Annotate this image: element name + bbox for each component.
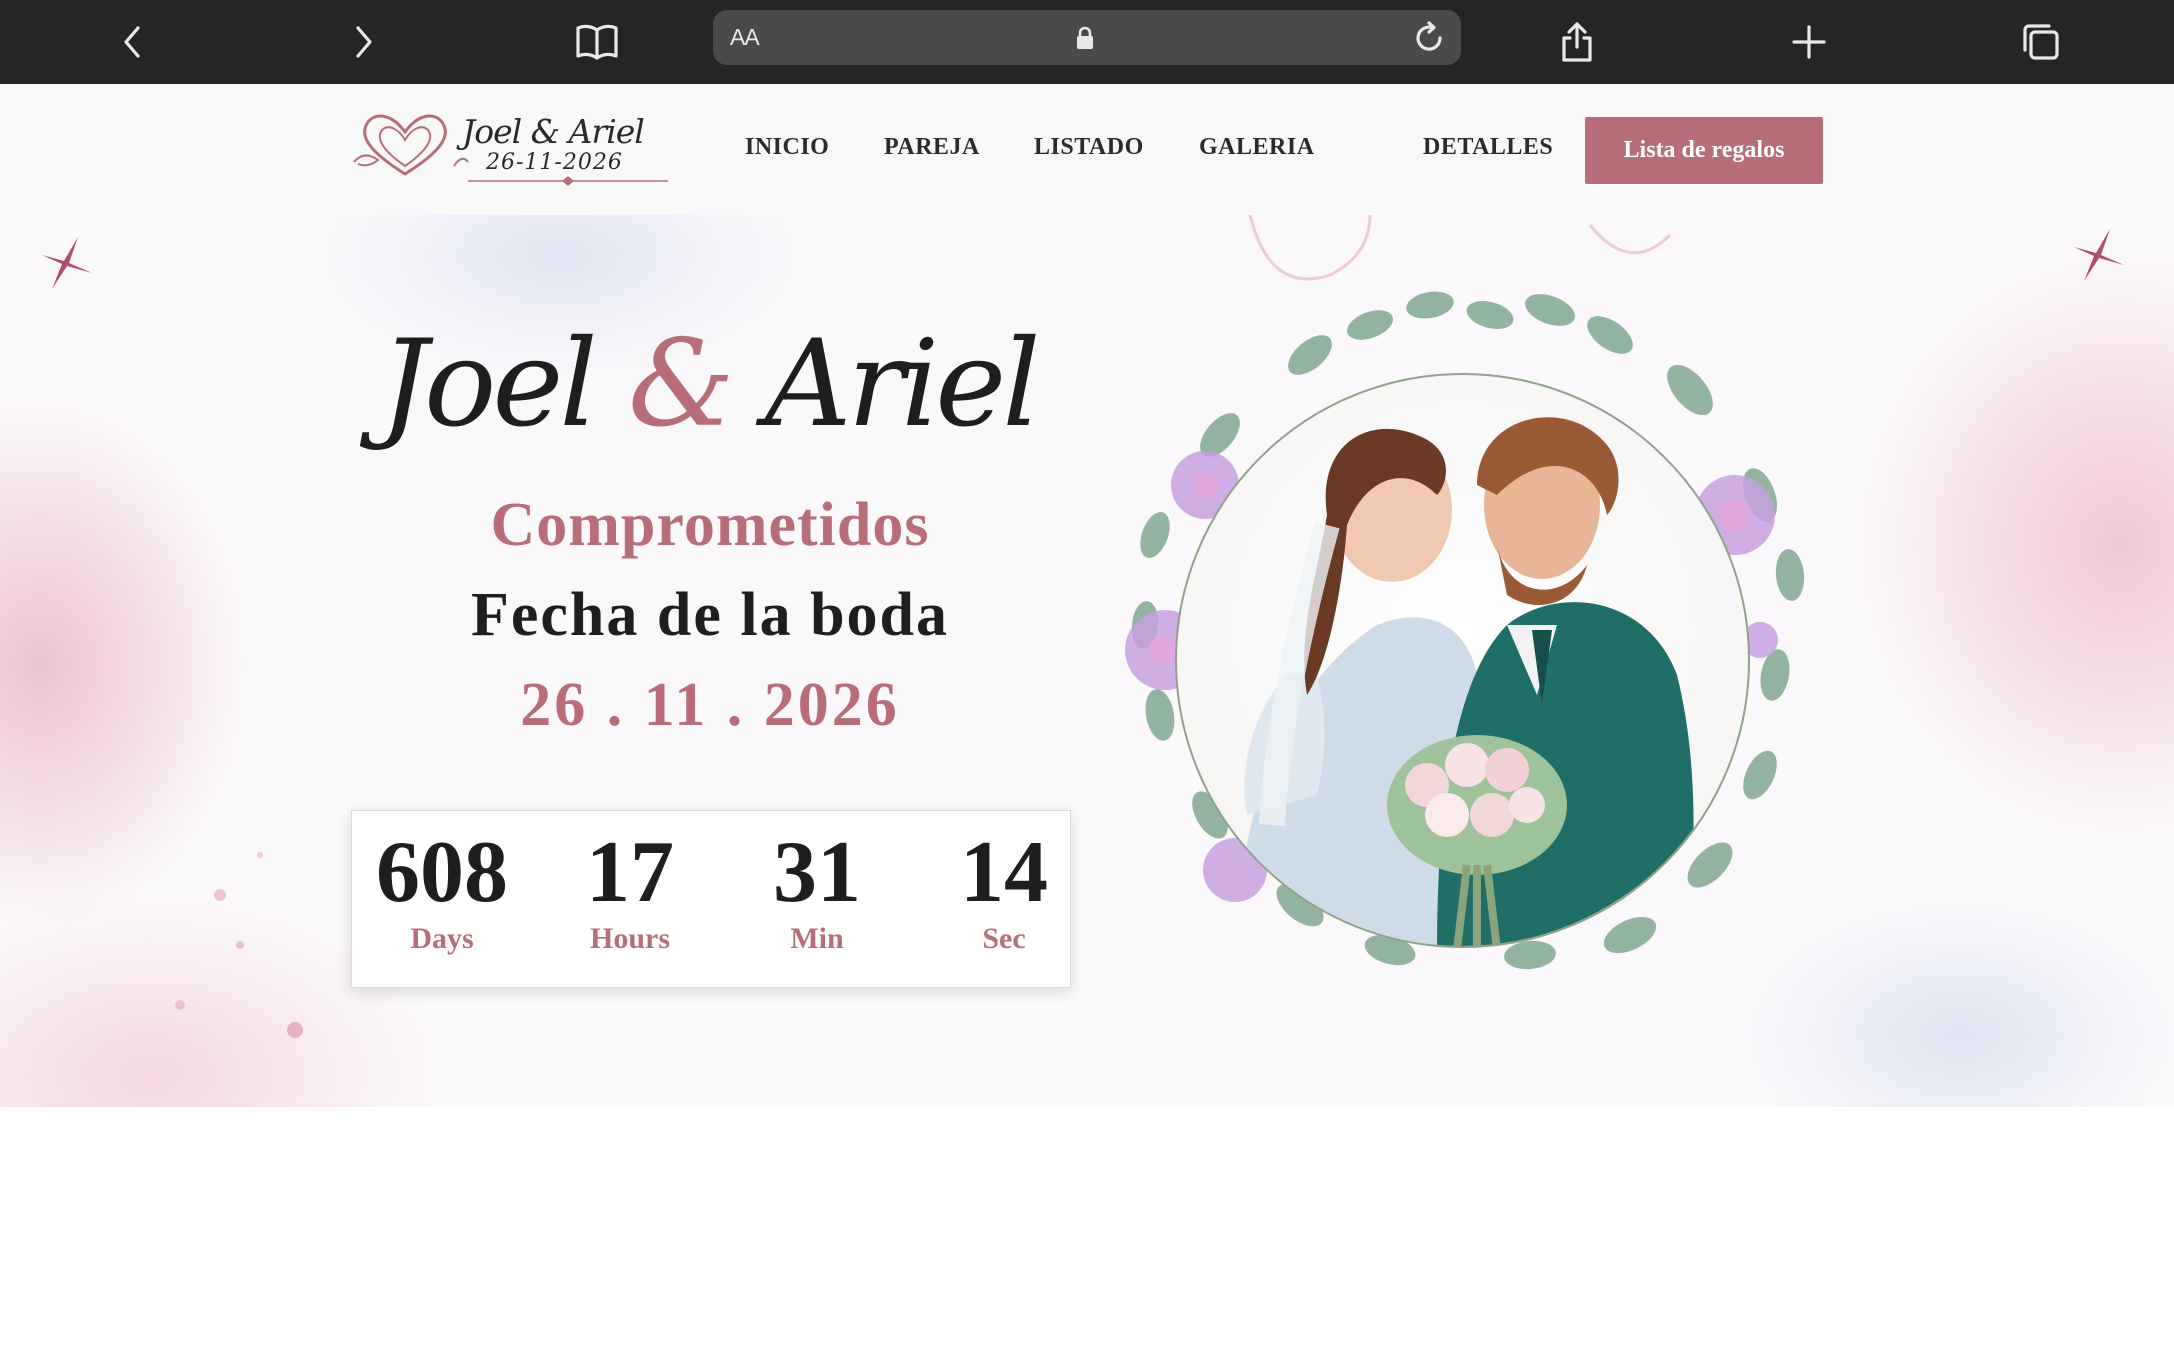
tabs-icon[interactable] (2011, 12, 2071, 72)
countdown-timer: 608 Days 17 Hours 31 Min 14 Sec (351, 810, 1071, 988)
countdown-seconds: 14 Sec (914, 811, 1094, 957)
countdown-hours: 17 Hours (540, 811, 720, 957)
nav-inicio[interactable]: INICIO (745, 134, 829, 161)
site-logo[interactable]: Joel & Ariel 26-11-2026 (350, 106, 675, 186)
sparkle-icon (2070, 225, 2128, 288)
hero-section: Joel & Ariel Comprometidos Fecha de la b… (0, 215, 2174, 1107)
gift-list-button[interactable]: Lista de regalos (1585, 117, 1823, 184)
couple-illustration (1237, 417, 1694, 946)
countdown-minutes-label: Min (790, 922, 844, 955)
book-icon[interactable] (567, 12, 627, 72)
countdown-days-label: Days (410, 922, 474, 955)
site-header: Joel & Ariel 26-11-2026 INICIO PAREJA LI… (0, 84, 2174, 215)
countdown-days-value: 608 (376, 824, 508, 921)
page-below-fold (0, 1107, 2174, 1358)
countdown-seconds-label: Sec (982, 922, 1026, 955)
wedding-date-label: Fecha de la boda (470, 581, 950, 649)
browser-toolbar: AA (0, 0, 2174, 84)
wedding-date-value: 26 . 11 . 2026 (520, 671, 900, 739)
countdown-minutes: 31 Min (727, 811, 907, 957)
countdown-hours-value: 17 (586, 824, 674, 921)
reader-text-size-button[interactable]: AA (730, 24, 760, 51)
countdown-seconds-value: 14 (960, 824, 1048, 921)
hero-name-2: Ariel (764, 315, 1041, 454)
hero-couple-names: Joel & Ariel (380, 310, 1060, 460)
logo-underline-ornament (468, 176, 668, 186)
couple-portrait (1175, 373, 1750, 948)
chevron-right-icon[interactable] (333, 12, 393, 72)
address-bar[interactable]: AA (713, 10, 1461, 65)
share-icon[interactable] (1547, 12, 1607, 72)
logo-names: Joel & Ariel (462, 112, 645, 151)
reload-icon[interactable] (1411, 20, 1447, 56)
watercolor-splash (175, 852, 303, 1038)
chevron-left-icon[interactable] (103, 12, 163, 72)
countdown-hours-label: Hours (589, 922, 670, 955)
hero-ampersand: & (627, 315, 735, 454)
sparkle-icon (38, 233, 96, 296)
heart-flourish-icon (353, 114, 469, 176)
nav-galeria[interactable]: GALERIA (1199, 134, 1315, 161)
plus-icon[interactable] (1779, 12, 1839, 72)
lock-icon (1076, 26, 1094, 55)
engaged-heading: Comprometidos (490, 491, 930, 559)
nav-listado[interactable]: LISTADO (1034, 134, 1144, 161)
countdown-days: 608 Days (352, 811, 532, 957)
countdown-minutes-value: 31 (773, 824, 861, 921)
hero-name-1: Joel (380, 315, 598, 454)
nav-pareja[interactable]: PAREJA (884, 134, 980, 161)
logo-date: 26-11-2026 (486, 150, 623, 175)
nav-detalles[interactable]: DETALLES (1423, 134, 1553, 161)
